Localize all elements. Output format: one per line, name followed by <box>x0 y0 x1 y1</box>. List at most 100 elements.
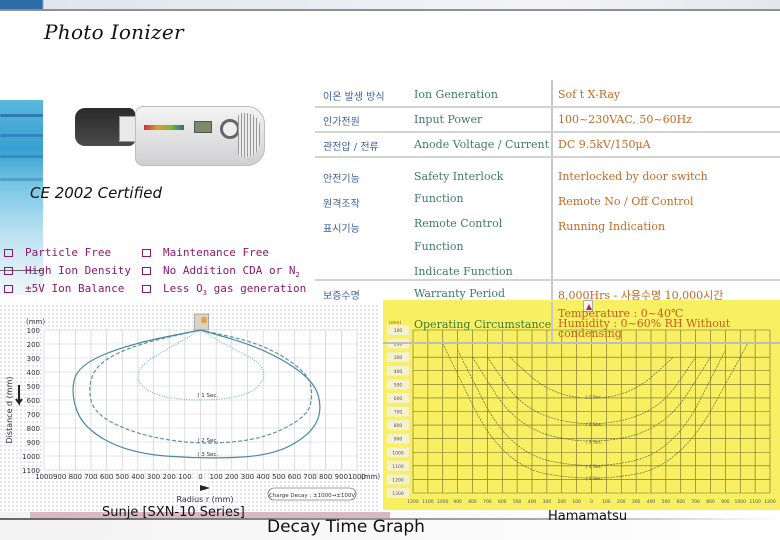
x-tick-label: 500 <box>513 499 522 505</box>
y-tick-label: 900 <box>27 439 40 447</box>
caption-sunje: Sunje [SXN-10 Series] <box>102 505 245 520</box>
feature-item: ±5V Ion Balance <box>4 280 131 298</box>
spec-value: Interlocked by door switch <box>558 170 708 183</box>
series-label: ( 1 Sec. <box>197 393 218 399</box>
y-axis-title: Distance d (mm) <box>5 377 14 444</box>
spec-en: Function <box>414 192 464 205</box>
spec-ko: 보증수명 <box>323 291 360 302</box>
y-tick-label: 500 <box>27 383 40 391</box>
x-tick-label: 300 <box>632 499 641 505</box>
header-divider <box>0 9 780 11</box>
spec-en: Anode Voltage / Current <box>414 138 550 151</box>
x-tick-label: 100 <box>602 499 611 505</box>
x-tick-label: 700 <box>84 473 97 481</box>
x-unit-label: (mm) <box>361 473 380 481</box>
x-tick-label: 100 <box>572 499 581 505</box>
x-tick-label: 1000 <box>437 499 449 505</box>
x-tick-label: 1100 <box>422 499 434 505</box>
x-tick-label: 800 <box>319 473 332 481</box>
x-tick-label: 100 <box>178 473 191 481</box>
spec-value: Sof t X-Ray <box>558 88 621 101</box>
y-tick-label: 700 <box>27 411 40 419</box>
x-tick-label: 800 <box>468 499 477 505</box>
x-tick-label: 900 <box>453 499 462 505</box>
x-tick-label: 900 <box>721 499 730 505</box>
feature-item: High Ion Density <box>4 262 131 280</box>
x-tick-label: 200 <box>557 499 566 505</box>
certification-label: CE 2002 Certified <box>30 184 163 202</box>
controller-device <box>135 106 265 166</box>
series-label: ( 2 Sec. <box>586 422 603 428</box>
spec-ko: 안전기능 <box>323 174 360 185</box>
x-tick-label: 1200 <box>407 499 419 505</box>
checkbox-icon <box>142 285 151 293</box>
x-tick-label: 700 <box>691 499 700 505</box>
checkbox-icon <box>142 249 151 257</box>
spec-en: Indicate Function <box>414 265 513 278</box>
caption-decay-time: Decay Time Graph <box>267 517 425 537</box>
y-tick-label: 1000 <box>392 450 404 456</box>
row-divider <box>315 106 780 108</box>
spec-value: DC 9.5kV/150μA <box>558 138 651 151</box>
x-tick-label: 1200 <box>764 499 776 505</box>
spec-ko: 이온 발생 방식 <box>323 92 385 103</box>
x-tick-label: 400 <box>647 499 656 505</box>
feature-item: Particle Free <box>4 244 131 262</box>
y-tick-label: 900 <box>394 437 403 443</box>
row-divider <box>315 279 780 281</box>
checkbox-icon <box>4 267 13 275</box>
y-tick-label: 800 <box>27 425 40 433</box>
spec-ko: 표시기능 <box>323 224 360 235</box>
feature-list-left: Particle Free High Ion Density ±5V Ion B… <box>4 244 131 298</box>
x-tick-label: 1000 <box>735 499 747 505</box>
y-tick-label: 300 <box>27 355 40 363</box>
checkbox-icon <box>142 267 151 275</box>
caption-hamamatsu: Hamamatsu <box>548 509 628 524</box>
y-tick-label: 500 <box>394 382 403 388</box>
x-tick-label: 500 <box>662 499 671 505</box>
row-divider <box>315 131 780 133</box>
xray-head-device <box>75 108 137 146</box>
x-tick-label: 200 <box>617 499 626 505</box>
x-tick-label: 0 <box>590 499 593 505</box>
y-unit-label: (mm) <box>389 320 402 326</box>
operating-values: Temperature : 0~40℃ Humidity : 0~60% RH … <box>558 307 731 340</box>
column-divider <box>551 302 553 344</box>
product-image <box>70 98 270 188</box>
series-label: ( 1 Sec. <box>586 395 603 401</box>
y-tick-label: 1300 <box>392 491 404 497</box>
checkbox-icon <box>4 249 13 257</box>
spec-en: Warranty Period <box>414 287 506 300</box>
y-unit-label: (mm) <box>26 318 45 326</box>
x-tick-label: 200 <box>225 473 238 481</box>
spec-en: Input Power <box>414 113 483 126</box>
series-label: ( 3 Sec. <box>586 439 603 445</box>
y-tick-label: 100 <box>394 328 403 334</box>
x-tick-label: 900 <box>335 473 348 481</box>
feature-list-right: Maintenance Free No Addition CDA or N2 L… <box>142 244 306 298</box>
x-tick-label: 500 <box>272 473 285 481</box>
spec-value: Remote No / Off Control <box>558 195 694 208</box>
y-tick-label: 100 <box>27 327 40 335</box>
x-tick-label: 600 <box>100 473 113 481</box>
series-label: ( 4 Sec. <box>586 464 603 470</box>
y-tick-label: 600 <box>27 397 40 405</box>
x-tick-label: 400 <box>131 473 144 481</box>
x-tick-label: 600 <box>288 473 301 481</box>
x-tick-label: 800 <box>69 473 82 481</box>
x-tick-label: 500 <box>116 473 129 481</box>
y-tick-label: 600 <box>394 396 403 402</box>
annotation-text: Charge Decay : ±1000→±100V <box>269 493 355 499</box>
x-tick-label: 600 <box>676 499 685 505</box>
spec-value: 100~230VAC, 50~60Hz <box>558 113 692 126</box>
y-tick-label: 200 <box>27 341 40 349</box>
checkbox-icon <box>4 285 13 293</box>
spec-en: Safety Interlock <box>414 170 504 183</box>
x-axis-title: Radius r (mm) <box>176 495 233 504</box>
feature-item: Less O3 gas generation <box>142 280 306 298</box>
page-title: Photo Ionizer <box>44 20 184 44</box>
column-divider <box>551 80 553 302</box>
spec-ko: 관전압 / 전류 <box>323 142 379 153</box>
x-tick-label: 700 <box>303 473 316 481</box>
y-tick-label: 1000 <box>22 453 40 461</box>
